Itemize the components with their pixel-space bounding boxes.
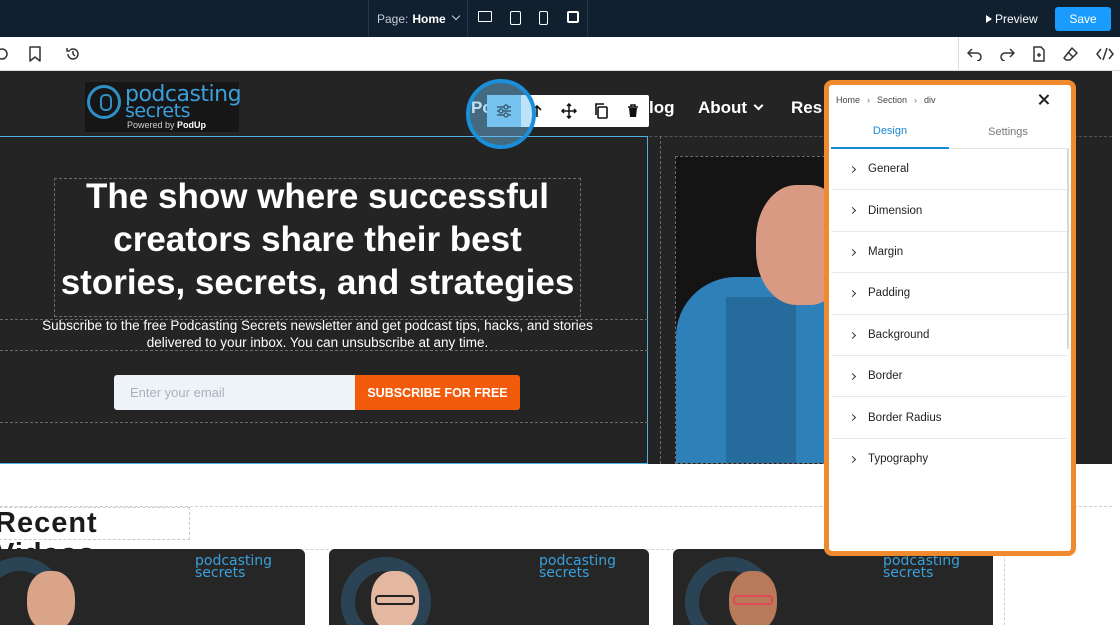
property-label: Border Radius: [868, 411, 942, 424]
property-border[interactable]: Border: [831, 356, 1067, 398]
history-icon[interactable]: [57, 37, 89, 71]
breadcrumb-div[interactable]: div: [924, 95, 936, 105]
page-selector-label: Page:: [377, 11, 409, 26]
page-selector-value: Home: [412, 11, 446, 26]
photo-head: [756, 185, 824, 305]
chevron-down-icon: [753, 100, 764, 111]
partial-left-icon[interactable]: [0, 37, 18, 71]
property-typography[interactable]: Typography: [831, 439, 1067, 480]
property-dimension[interactable]: Dimension: [831, 190, 1067, 232]
desktop-view-icon[interactable]: [478, 11, 492, 22]
card-logo: podcasting secrets: [883, 554, 960, 581]
guest-glasses: [375, 595, 415, 605]
chevron-down-icon: [451, 11, 461, 21]
chevron-right-icon: [848, 248, 857, 256]
play-icon: [986, 15, 992, 23]
design-panel: Home › Section › div Design Settings Gen…: [831, 86, 1069, 549]
property-label: Typography: [868, 453, 929, 466]
hero-headline[interactable]: The show where successful creators share…: [54, 175, 581, 304]
undo-icon[interactable]: [959, 37, 991, 71]
card-logo: podcasting secrets: [539, 554, 616, 581]
logo-text-line2: secrets: [125, 100, 190, 122]
property-list: General Dimension Margin Padding Backgro…: [831, 149, 1067, 480]
nav-item-resources[interactable]: Res: [791, 98, 822, 118]
device-switcher: [470, 0, 588, 37]
breadcrumb: Home › Section › div: [831, 86, 1069, 114]
chevron-right-icon: [848, 455, 857, 463]
close-icon[interactable]: [1037, 93, 1051, 107]
card-logo-line2: secrets: [883, 565, 934, 581]
powered-by-prefix: Powered by: [127, 120, 175, 130]
video-card[interactable]: podcasting secrets: [329, 549, 649, 625]
property-label: Dimension: [868, 204, 923, 217]
tab-settings[interactable]: Settings: [949, 114, 1067, 149]
code-icon[interactable]: [1089, 37, 1120, 71]
tablet-view-icon[interactable]: [539, 11, 548, 25]
chevron-right-icon: [848, 414, 857, 422]
export-icon[interactable]: [1023, 37, 1055, 71]
save-button[interactable]: Save: [1055, 7, 1111, 31]
card-logo-line2: secrets: [539, 565, 590, 581]
panel-tabs: Design Settings: [831, 114, 1069, 149]
logo-powered-by: Powered by PodUp: [127, 120, 206, 130]
subscribe-button[interactable]: SUBSCRIBE FOR FREE: [355, 375, 520, 410]
property-general[interactable]: General: [831, 149, 1067, 191]
video-card[interactable]: podcasting secrets: [0, 549, 305, 625]
preview-label: Preview: [995, 12, 1038, 26]
property-border-radius[interactable]: Border Radius: [831, 397, 1067, 439]
mobile-view-icon[interactable]: [567, 11, 579, 23]
breadcrumb-section[interactable]: Section: [877, 95, 907, 105]
nav-about-label: About: [698, 98, 748, 117]
card-logo-line2: secrets: [195, 565, 246, 581]
eraser-icon[interactable]: [1055, 37, 1087, 71]
property-label: General: [868, 163, 909, 176]
property-padding[interactable]: Padding: [831, 273, 1067, 315]
toolbar-right-group: [958, 37, 1120, 71]
card-logo: podcasting secrets: [195, 554, 272, 581]
tab-design[interactable]: Design: [831, 114, 949, 149]
chevron-right-icon: [848, 331, 857, 339]
chevron-right-icon: [848, 165, 857, 174]
top-bar: Page: Home Preview Save: [0, 0, 1120, 37]
nav-item-about[interactable]: About: [698, 98, 764, 118]
chevron-right-icon: [848, 372, 857, 380]
hero-subtext[interactable]: Subscribe to the free Podcasting Secrets…: [40, 317, 595, 351]
host-photo[interactable]: [675, 156, 825, 464]
page-selector[interactable]: Page: Home: [368, 0, 468, 37]
microphone-icon: [87, 85, 121, 119]
email-field[interactable]: [114, 375, 356, 410]
chevron-right-icon: ›: [914, 95, 918, 105]
property-label: Border: [868, 370, 903, 383]
laptop-view-icon[interactable]: [510, 11, 521, 25]
tutorial-click-highlight: [466, 79, 536, 149]
preview-button[interactable]: Preview: [986, 12, 1038, 26]
chevron-right-icon: [848, 290, 857, 298]
chevron-right-icon: [848, 207, 857, 215]
property-label: Margin: [868, 245, 904, 258]
move-icon[interactable]: [553, 95, 585, 127]
chevron-right-icon: ›: [867, 95, 871, 105]
nav-item-blog[interactable]: log: [649, 98, 675, 118]
property-label: Background: [868, 328, 930, 341]
photo-shirt-shade: [726, 297, 796, 463]
guest-glasses: [733, 595, 773, 605]
editor-toolbar: [0, 37, 1120, 71]
video-card[interactable]: podcasting secrets: [673, 549, 993, 625]
property-margin[interactable]: Margin: [831, 232, 1067, 274]
bookmark-icon[interactable]: [19, 37, 51, 71]
property-label: Padding: [868, 287, 911, 300]
redo-icon[interactable]: [991, 37, 1023, 71]
trash-icon[interactable]: [617, 95, 649, 127]
property-background[interactable]: Background: [831, 315, 1067, 356]
recent-videos-heading[interactable]: Recent Videos: [0, 507, 190, 570]
duplicate-icon[interactable]: [585, 95, 617, 127]
site-logo[interactable]: podcasting secrets Powered by PodUp: [85, 82, 242, 132]
powered-by-brand: PodUp: [177, 120, 207, 130]
guest-avatar: [27, 571, 75, 625]
panel-scrollbar[interactable]: [1067, 149, 1069, 349]
breadcrumb-home[interactable]: Home: [836, 95, 860, 105]
